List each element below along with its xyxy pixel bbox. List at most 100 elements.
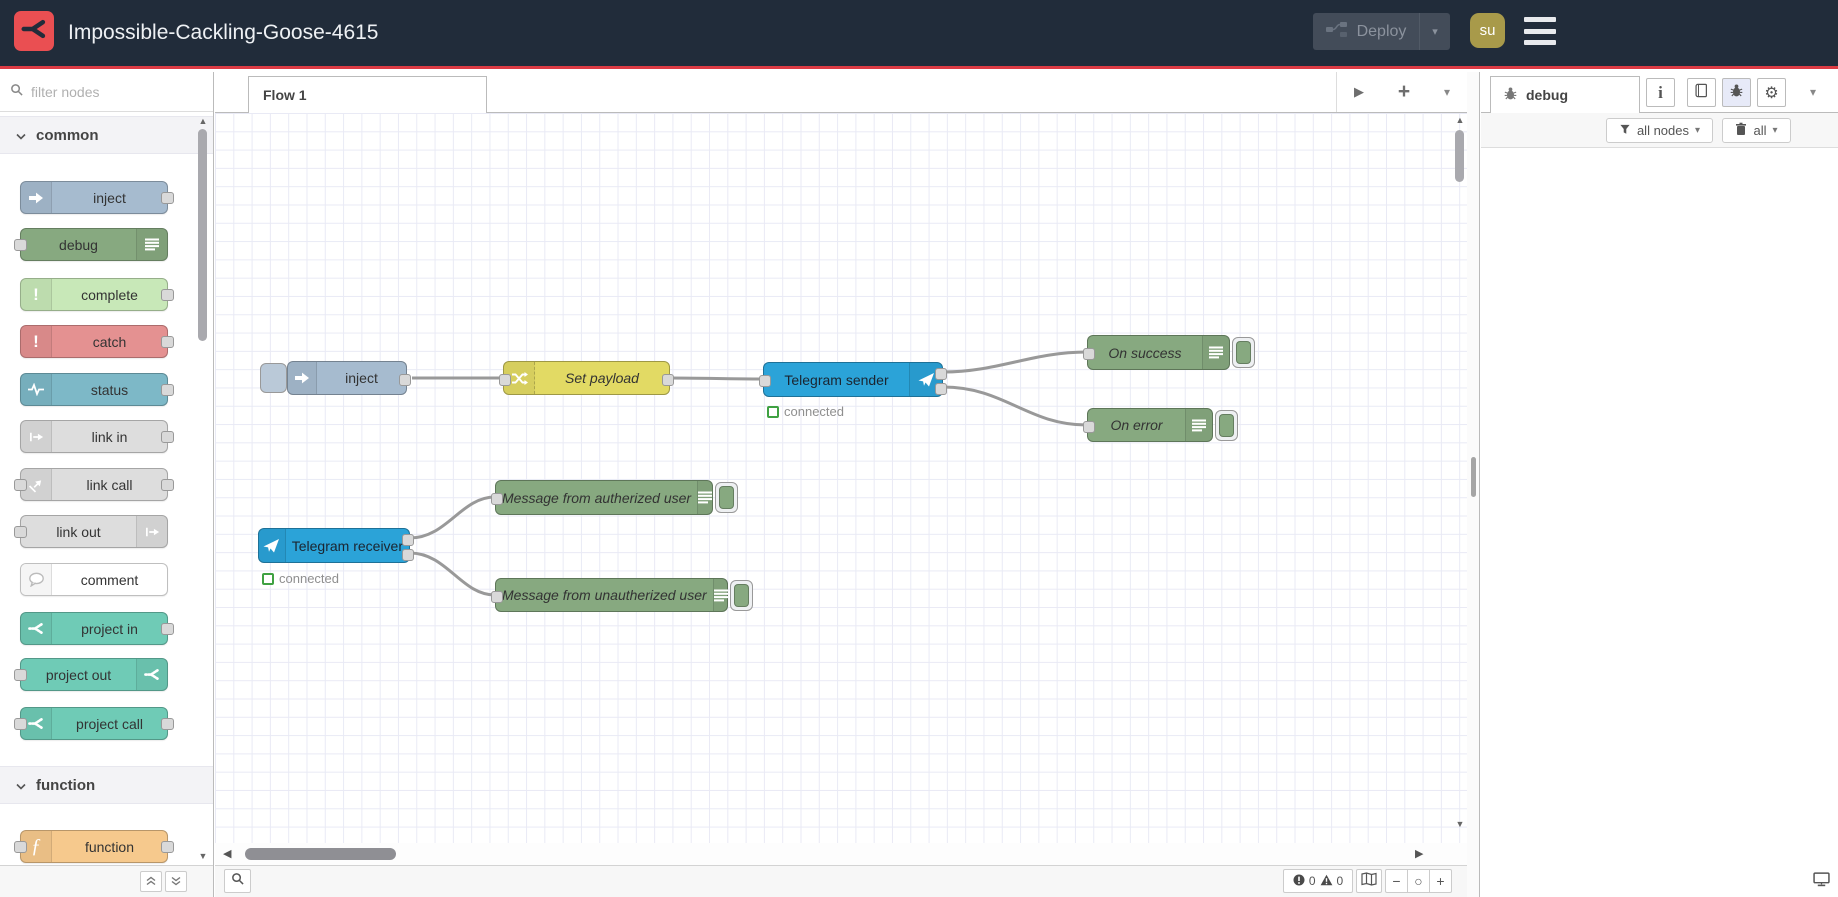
palette-category-function[interactable]: function — [0, 766, 213, 804]
palette-node-label: debug — [59, 236, 98, 253]
canvas-horizontal-scrollbar[interactable]: ◀ ▶ — [215, 843, 1467, 865]
node-inject[interactable]: inject — [287, 361, 411, 395]
node-label: Telegram receiver — [291, 537, 403, 554]
navigator-button[interactable] — [1356, 869, 1382, 893]
error-count: 0 — [1308, 874, 1316, 888]
scroll-left-icon[interactable]: ◀ — [223, 847, 231, 860]
sidebar-menu-chevron-icon[interactable]: ▾ — [1810, 85, 1816, 99]
node-port — [14, 668, 27, 681]
node-telegram-sender[interactable]: Telegram sender — [759, 362, 947, 397]
input-port[interactable] — [491, 493, 503, 505]
output-port[interactable] — [662, 374, 674, 386]
node-msg-unauthorized[interactable]: Message from unautherized user — [491, 578, 728, 612]
node-port — [161, 717, 174, 730]
scroll-right-icon[interactable]: ▶ — [1415, 847, 1423, 860]
node-on-error[interactable]: On error — [1083, 408, 1213, 442]
tab-debug[interactable]: debug — [1490, 76, 1640, 113]
deploy-button-main[interactable]: Deploy — [1313, 13, 1419, 50]
output-port-2[interactable] — [935, 383, 947, 395]
palette-node-label: link in — [91, 428, 128, 445]
debug-toggle-state — [1219, 414, 1234, 437]
palette-node-label: inject — [93, 189, 126, 206]
app-logo[interactable] — [14, 11, 54, 51]
node-set-payload[interactable]: Set payload — [499, 361, 674, 395]
zoom-in-button[interactable]: + — [1429, 870, 1451, 892]
palette-node-label: complete — [81, 286, 138, 303]
palette-node-complete[interactable]: ! complete — [20, 278, 174, 311]
debug-filter-button[interactable]: all nodes ▾ — [1606, 118, 1713, 143]
canvas-vscrollbar-thumb[interactable] — [1455, 130, 1464, 182]
palette-node-label: project in — [81, 620, 138, 637]
palette-node-function[interactable]: ƒ function — [14, 830, 174, 863]
palette-node-link-in[interactable]: link in — [20, 420, 174, 453]
user-avatar[interactable]: su — [1470, 13, 1505, 48]
palette-node-inject[interactable]: inject — [20, 181, 174, 214]
input-port[interactable] — [491, 591, 503, 603]
tab-scroll-right-icon[interactable]: ▶ — [1354, 84, 1364, 100]
output-port-1[interactable] — [402, 534, 414, 546]
palette-node-debug[interactable]: debug — [14, 228, 168, 261]
palette-filter-input[interactable] — [29, 82, 173, 101]
output-port[interactable] — [399, 374, 411, 386]
palette: common inject debug ! complete ! catch s… — [0, 72, 214, 897]
scroll-up-icon[interactable]: ▲ — [195, 114, 211, 128]
palette-node-link-call[interactable]: link call — [14, 468, 174, 501]
tab-flow-1[interactable]: Flow 1 — [248, 76, 487, 113]
input-port[interactable] — [759, 375, 771, 387]
debug-lines-icon — [697, 481, 713, 514]
collapse-categories-button[interactable] — [140, 871, 162, 892]
deploy-button[interactable]: Deploy ▾ — [1313, 13, 1450, 50]
tabbar-buttons: ▶ + ▾ — [1336, 72, 1467, 112]
separator-grip[interactable] — [1471, 457, 1476, 497]
debug-clear-button[interactable]: all ▾ — [1722, 118, 1791, 143]
scroll-up-icon[interactable]: ▲ — [1452, 113, 1468, 127]
node-port — [161, 383, 174, 396]
config-tab-button[interactable]: ⚙ — [1757, 78, 1786, 107]
sidebar-separator[interactable] — [1467, 72, 1480, 897]
palette-node-catch[interactable]: ! catch — [20, 325, 174, 358]
flow-issues-indicator[interactable]: 0 0 — [1283, 869, 1353, 893]
deploy-options-button[interactable]: ▾ — [1419, 13, 1450, 50]
debug-tab-button[interactable] — [1722, 78, 1751, 107]
output-port-1[interactable] — [935, 368, 947, 380]
warning-icon — [1320, 874, 1333, 889]
node-msg-authorized[interactable]: Message from autherized user — [491, 480, 713, 515]
input-port[interactable] — [1083, 421, 1095, 433]
flow-canvas[interactable]: inject Set payload Telegram sender conne… — [215, 113, 1467, 843]
palette-node-project-out[interactable]: project out — [14, 658, 168, 691]
palette-scrollbar-thumb[interactable] — [198, 129, 207, 341]
canvas-search-button[interactable] — [224, 869, 251, 893]
debug-toggle-button[interactable] — [715, 482, 738, 513]
debug-toggle-button[interactable] — [1232, 337, 1255, 368]
canvas-vertical-scrollbar[interactable]: ▲ ▼ — [1452, 113, 1467, 843]
node-port — [161, 840, 174, 853]
main-menu-button[interactable] — [1524, 17, 1556, 45]
add-flow-icon[interactable]: + — [1398, 80, 1410, 104]
zoom-out-button[interactable]: − — [1386, 870, 1407, 892]
scroll-down-icon[interactable]: ▼ — [1452, 817, 1468, 831]
input-port[interactable] — [1083, 348, 1095, 360]
expand-categories-button[interactable] — [165, 871, 187, 892]
info-tab-button[interactable]: i — [1646, 78, 1675, 107]
open-debug-window-button[interactable] — [1813, 872, 1830, 892]
palette-node-project-call[interactable]: project call — [14, 707, 174, 740]
palette-node-status[interactable]: status — [20, 373, 174, 406]
node-on-success[interactable]: On success — [1083, 335, 1230, 370]
flow-list-chevron-icon[interactable]: ▾ — [1444, 85, 1450, 99]
output-port-2[interactable] — [402, 549, 414, 561]
palette-node-project-in[interactable]: project in — [20, 612, 174, 645]
help-tab-button[interactable] — [1687, 78, 1716, 107]
debug-toggle-button[interactable] — [730, 580, 753, 611]
sidebar-tabbar: debug i ⚙ ▾ — [1481, 72, 1838, 113]
zoom-reset-button[interactable]: ○ — [1407, 870, 1429, 892]
palette-category-common[interactable]: common — [0, 116, 213, 154]
palette-scrollbar[interactable]: ▲ ▼ — [195, 114, 211, 863]
palette-node-link-out[interactable]: link out — [14, 515, 168, 548]
input-port[interactable] — [499, 374, 511, 386]
canvas-hscrollbar-thumb[interactable] — [245, 848, 396, 860]
scroll-down-icon[interactable]: ▼ — [195, 849, 211, 863]
node-telegram-receiver[interactable]: Telegram receiver — [258, 528, 414, 563]
inject-trigger-button[interactable] — [260, 363, 287, 393]
debug-toggle-button[interactable] — [1215, 410, 1238, 441]
palette-node-comment[interactable]: comment — [20, 563, 168, 596]
